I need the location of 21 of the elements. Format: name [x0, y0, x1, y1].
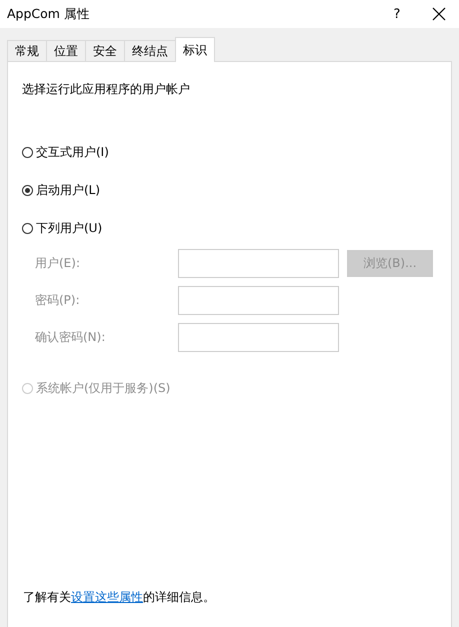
radio-button[interactable] — [22, 222, 33, 234]
tab[interactable]: 常规 — [7, 40, 47, 61]
radio-button[interactable] — [22, 146, 33, 158]
settings-link[interactable]: 设置这些属性 — [71, 590, 143, 604]
input-field[interactable] — [178, 286, 339, 315]
close-icon[interactable] — [432, 7, 446, 21]
field-label: 密码(P): — [35, 292, 81, 309]
radio-label: 系统帐户(仅用于服务)(S) — [36, 380, 170, 396]
field-label: 用户(E): — [35, 255, 81, 272]
input-field[interactable] — [178, 323, 339, 352]
radio-label: 交互式用户(I) — [36, 144, 109, 160]
radio-button[interactable] — [22, 184, 33, 196]
radio-label: 下列用户(U) — [36, 220, 102, 236]
help-text: 了解有关设置这些属性的详细信息。 — [23, 589, 216, 606]
window-title: AppCom 属性 — [7, 6, 91, 22]
help-button[interactable]: ? — [390, 6, 404, 22]
input-field[interactable] — [178, 249, 339, 278]
field-label: 确认密码(N): — [35, 329, 106, 346]
radio-label: 启动用户(L) — [36, 182, 100, 198]
prompt-text: 选择运行此应用程序的用户帐户 — [22, 81, 191, 98]
tab[interactable]: 标识 — [175, 37, 215, 62]
